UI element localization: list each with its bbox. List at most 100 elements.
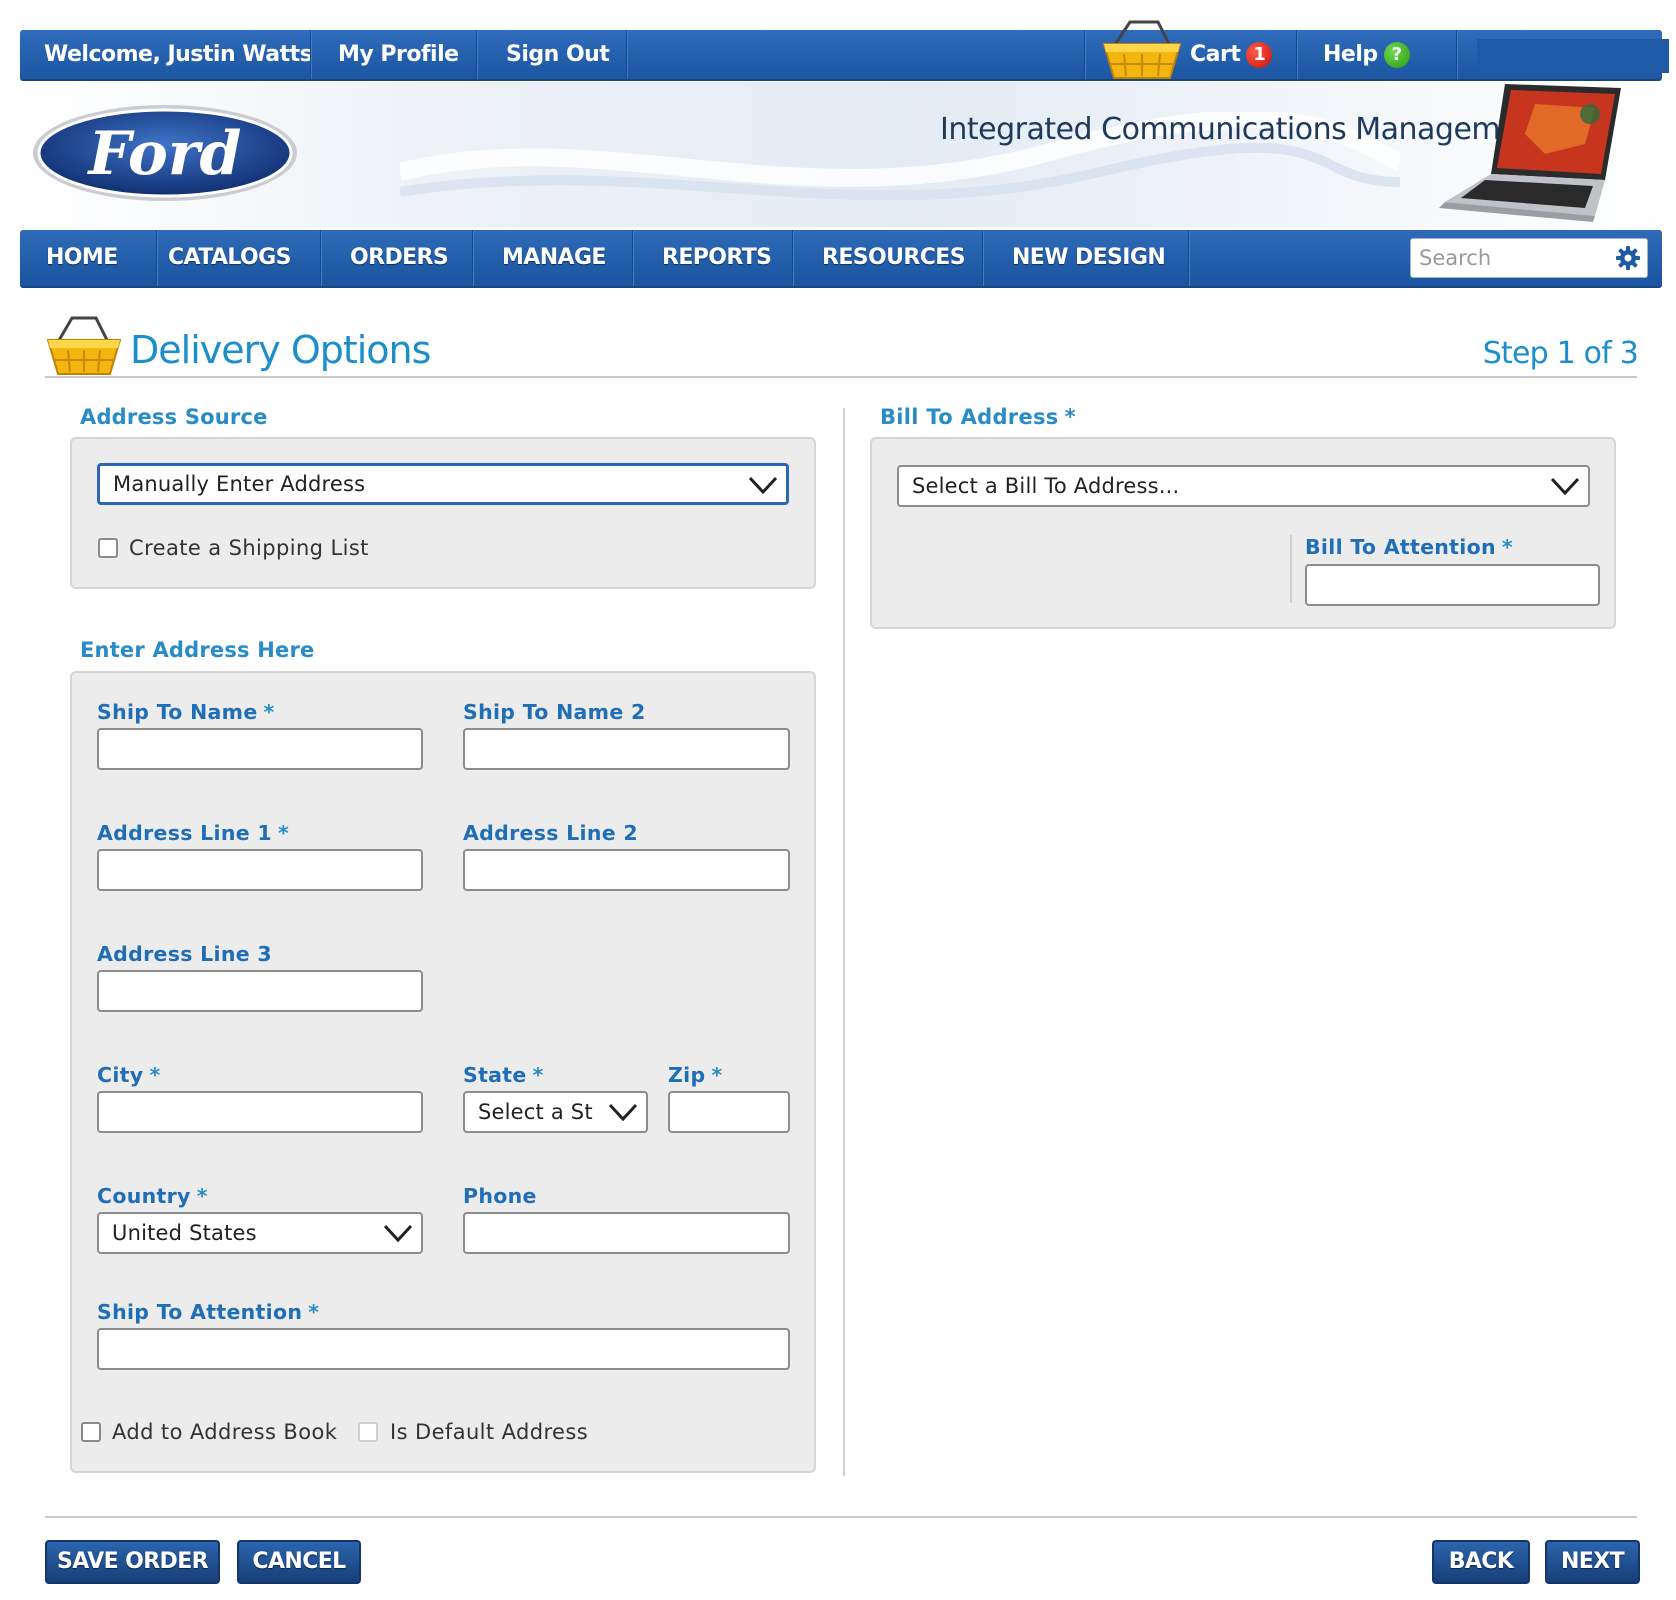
is-default-address-label: Is Default Address xyxy=(390,1420,589,1444)
welcome-text: Welcome, Justin Watts xyxy=(44,42,313,67)
main-nav: HOME CATALOGS ORDERS MANAGE REPORTS RESO… xyxy=(20,230,1662,288)
is-default-address-checkbox[interactable] xyxy=(358,1422,378,1442)
step-indicator: Step 1 of 3 xyxy=(1482,336,1639,371)
country-label: Country * xyxy=(97,1184,208,1208)
state-select[interactable]: Select a St xyxy=(463,1091,648,1133)
nav-divider xyxy=(1188,230,1190,286)
ford-logo[interactable]: Ford xyxy=(30,102,300,204)
address-source-label: Address Source xyxy=(80,405,268,429)
address-line-3-input[interactable] xyxy=(97,970,423,1012)
my-profile-link[interactable]: My Profile xyxy=(338,30,459,79)
cart-label: Cart xyxy=(1190,42,1241,67)
address-line-1-label: Address Line 1 * xyxy=(97,821,289,845)
bill-to-address-select[interactable]: Select a Bill To Address... xyxy=(897,465,1590,507)
required-marker: * xyxy=(1501,535,1513,559)
nav-resources[interactable]: RESOURCES xyxy=(822,230,966,286)
bill-to-attention-label-text: Bill To Attention xyxy=(1305,535,1496,559)
nav-manage[interactable]: MANAGE xyxy=(502,230,606,286)
zip-input[interactable] xyxy=(668,1091,790,1133)
top-bar: Welcome, Justin Watts My Profile Sign Ou… xyxy=(20,20,1669,81)
ford-logo-text: Ford xyxy=(87,119,242,189)
country-value: United States xyxy=(112,1221,257,1245)
required-marker: * xyxy=(149,1063,161,1087)
enter-address-label: Enter Address Here xyxy=(80,638,315,662)
top-bar-blank-area xyxy=(1477,39,1669,73)
required-marker: * xyxy=(1064,405,1076,429)
address-line-1-input[interactable] xyxy=(97,849,423,891)
phone-label: Phone xyxy=(463,1184,537,1208)
city-input[interactable] xyxy=(97,1091,423,1133)
search-input[interactable] xyxy=(1419,243,1609,273)
address-source-panel xyxy=(70,437,816,589)
top-bar-divider xyxy=(310,30,312,79)
state-label: State * xyxy=(463,1063,544,1087)
nav-divider xyxy=(472,230,474,286)
nav-divider xyxy=(982,230,984,286)
search-box xyxy=(1410,238,1648,278)
bill-to-address-value: Select a Bill To Address... xyxy=(912,474,1180,498)
gear-icon[interactable] xyxy=(1613,243,1643,273)
column-divider xyxy=(843,408,845,1476)
top-bar-divider xyxy=(1296,30,1298,79)
required-marker: * xyxy=(711,1063,723,1087)
city-label-text: City xyxy=(97,1063,144,1087)
required-marker: * xyxy=(532,1063,544,1087)
ship-to-name-2-input[interactable] xyxy=(463,728,790,770)
ship-to-attention-input[interactable] xyxy=(97,1328,790,1370)
footer-divider xyxy=(45,1516,1637,1518)
ship-to-name-label-text: Ship To Name xyxy=(97,700,258,724)
address-line-3-label: Address Line 3 xyxy=(97,942,272,966)
nav-home[interactable]: HOME xyxy=(46,230,118,286)
address-line-2-input[interactable] xyxy=(463,849,790,891)
cart-link[interactable]: Cart 1 xyxy=(1190,30,1273,79)
bill-to-address-label-text: Bill To Address xyxy=(880,405,1059,429)
chevron-down-icon xyxy=(383,1221,413,1245)
zip-label: Zip * xyxy=(668,1063,723,1087)
top-bar-divider xyxy=(626,30,628,79)
chevron-down-icon xyxy=(748,473,778,497)
address-source-select[interactable]: Manually Enter Address xyxy=(97,463,789,505)
chevron-down-icon xyxy=(608,1100,638,1124)
help-label: Help xyxy=(1323,42,1378,67)
sign-out-link[interactable]: Sign Out xyxy=(506,30,610,79)
state-value: Select a St xyxy=(478,1100,593,1124)
nav-orders[interactable]: ORDERS xyxy=(350,230,449,286)
bill-to-attention-input[interactable] xyxy=(1305,564,1600,606)
required-marker: * xyxy=(196,1184,208,1208)
create-shipping-list-checkbox[interactable] xyxy=(98,538,118,558)
ship-to-attention-label-text: Ship To Attention xyxy=(97,1300,303,1324)
delivery-basket-icon xyxy=(44,314,124,380)
address-source-value: Manually Enter Address xyxy=(113,472,366,496)
required-marker: * xyxy=(308,1300,320,1324)
address-line-1-label-text: Address Line 1 xyxy=(97,821,272,845)
bill-to-inner-divider xyxy=(1290,535,1292,603)
create-shipping-list-label: Create a Shipping List xyxy=(129,536,369,560)
nav-reports[interactable]: REPORTS xyxy=(662,230,772,286)
nav-divider xyxy=(792,230,794,286)
ship-to-attention-label: Ship To Attention * xyxy=(97,1300,319,1324)
country-select[interactable]: United States xyxy=(97,1212,423,1254)
ship-to-name-2-label: Ship To Name 2 xyxy=(463,700,646,724)
add-to-address-book-label: Add to Address Book xyxy=(112,1420,338,1444)
phone-input[interactable] xyxy=(463,1212,790,1254)
save-order-button[interactable]: SAVE ORDER xyxy=(45,1540,220,1584)
page-title: Delivery Options xyxy=(130,328,431,372)
nav-new-design[interactable]: NEW DESIGN xyxy=(1012,230,1166,286)
help-link[interactable]: Help? xyxy=(1323,30,1410,79)
nav-catalogs[interactable]: CATALOGS xyxy=(168,230,291,286)
add-to-address-book-checkbox[interactable] xyxy=(81,1422,101,1442)
nav-divider xyxy=(320,230,322,286)
ship-to-name-input[interactable] xyxy=(97,728,423,770)
cancel-button[interactable]: CANCEL xyxy=(237,1540,361,1584)
bill-to-address-label: Bill To Address * xyxy=(880,405,1076,429)
laptop-image xyxy=(1425,84,1625,224)
required-marker: * xyxy=(277,821,289,845)
address-line-2-label: Address Line 2 xyxy=(463,821,638,845)
top-bar-divider xyxy=(476,30,478,79)
chevron-down-icon xyxy=(1550,474,1580,498)
country-label-text: Country xyxy=(97,1184,191,1208)
next-button[interactable]: NEXT xyxy=(1545,1540,1640,1584)
back-button[interactable]: BACK xyxy=(1432,1540,1530,1584)
top-bar-divider xyxy=(1456,30,1458,79)
cart-basket-icon[interactable] xyxy=(1100,16,1184,86)
